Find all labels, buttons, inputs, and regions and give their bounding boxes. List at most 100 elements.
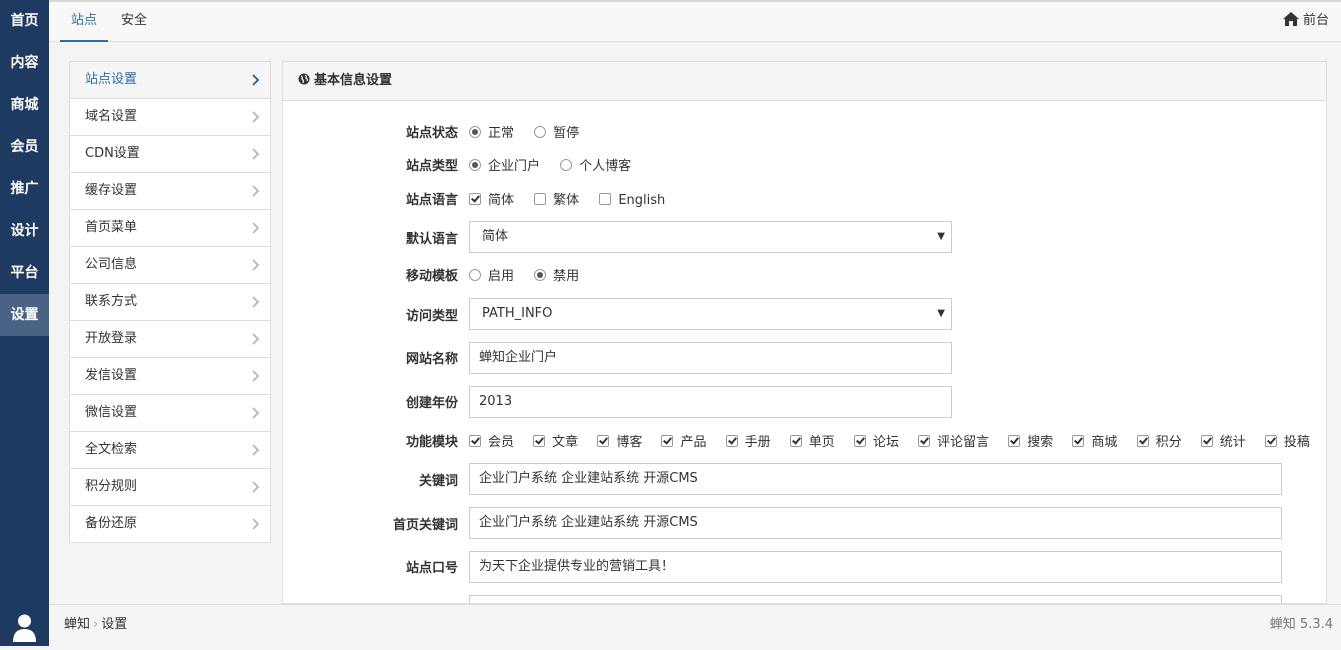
module-manual-checkbox[interactable]: 手册 bbox=[725, 431, 771, 450]
chevron-right-icon bbox=[252, 111, 260, 123]
side-item-label: 首页菜单 bbox=[85, 220, 138, 235]
side-item-label: 微信设置 bbox=[85, 405, 138, 420]
side-item-home-menu[interactable]: 首页菜单 bbox=[70, 210, 270, 247]
nav-platform[interactable]: 平台 bbox=[0, 252, 49, 294]
row-year: 创建年份 2013 bbox=[283, 386, 1326, 418]
year-label: 创建年份 bbox=[405, 396, 458, 411]
access-type-select[interactable]: PATH_INFO ▼ bbox=[469, 298, 952, 330]
row-default-lang: 默认语言 简体 ▼ bbox=[283, 221, 1326, 253]
side-item-cdn[interactable]: CDN设置 bbox=[70, 136, 270, 173]
description-input[interactable] bbox=[469, 595, 1282, 603]
side-item-site-settings[interactable]: 站点设置 bbox=[70, 62, 270, 99]
nav-shop[interactable]: 商城 bbox=[0, 84, 49, 126]
module-comment-checkbox[interactable]: 评论留言 bbox=[918, 431, 989, 450]
side-item-cache[interactable]: 缓存设置 bbox=[70, 173, 270, 210]
mobile-enable-radio[interactable]: 启用 bbox=[469, 265, 514, 284]
index-keywords-label: 首页关键词 bbox=[392, 518, 458, 533]
module-score-checkbox[interactable]: 积分 bbox=[1136, 431, 1182, 450]
side-item-label: 开放登录 bbox=[85, 331, 138, 346]
site-type-blog-radio[interactable]: 个人博客 bbox=[560, 155, 631, 174]
chevron-right-icon bbox=[252, 481, 260, 493]
row-site-name: 网站名称 蝉知企业门户 bbox=[283, 342, 1326, 374]
chevron-right-icon bbox=[252, 333, 260, 345]
nav-promotion[interactable]: 推广 bbox=[0, 168, 49, 210]
tab-security[interactable]: 安全 bbox=[110, 2, 158, 42]
side-item-label: CDN设置 bbox=[85, 146, 140, 161]
side-item-oauth[interactable]: 开放登录 bbox=[70, 321, 270, 358]
panel-header: 基本信息设置 bbox=[283, 62, 1326, 101]
keywords-input[interactable]: 企业门户系统 企业建站系统 开源CMS bbox=[469, 463, 1282, 495]
row-site-status: 站点状态 正常 暂停 bbox=[283, 122, 1326, 142]
site-status-paused-radio[interactable]: 暂停 bbox=[534, 122, 579, 141]
module-member-checkbox[interactable]: 会员 bbox=[469, 431, 514, 450]
side-item-wechat[interactable]: 微信设置 bbox=[70, 395, 270, 432]
mobile-disable-radio[interactable]: 禁用 bbox=[534, 265, 579, 284]
module-stats-checkbox[interactable]: 统计 bbox=[1200, 431, 1246, 450]
chevron-right-icon bbox=[252, 74, 260, 86]
chevron-right-icon bbox=[252, 148, 260, 160]
module-search-checkbox[interactable]: 搜索 bbox=[1008, 431, 1053, 450]
nav-design[interactable]: 设计 bbox=[0, 210, 49, 252]
main-nav: 首页 内容 商城 会员 推广 设计 平台 设置 bbox=[0, 0, 49, 646]
lang-traditional-checkbox[interactable]: 繁体 bbox=[534, 189, 579, 208]
site-type-label: 站点类型 bbox=[405, 159, 458, 174]
module-product-checkbox[interactable]: 产品 bbox=[661, 431, 706, 450]
side-item-contact[interactable]: 联系方式 bbox=[70, 284, 270, 321]
footer-bar: 蝉知 › 设置 蝉知 5.3.4 bbox=[49, 604, 1341, 646]
row-slogan: 站点口号 为天下企业提供专业的营销工具！ bbox=[283, 551, 1326, 583]
side-item-mail[interactable]: 发信设置 bbox=[70, 358, 270, 395]
dropdown-arrow-icon: ▼ bbox=[937, 231, 945, 242]
module-page-checkbox[interactable]: 单页 bbox=[789, 431, 835, 450]
keywords-label: 关键词 bbox=[418, 474, 458, 489]
nav-content[interactable]: 内容 bbox=[0, 42, 49, 84]
side-item-company[interactable]: 公司信息 bbox=[70, 247, 270, 284]
dropdown-arrow-icon: ▼ bbox=[937, 308, 945, 319]
nav-members[interactable]: 会员 bbox=[0, 126, 49, 168]
modules-label: 功能模块 bbox=[405, 435, 458, 450]
front-link[interactable]: 前台 bbox=[1282, 2, 1329, 42]
lang-simplified-checkbox[interactable]: 简体 bbox=[469, 189, 514, 208]
chevron-right-icon bbox=[252, 518, 260, 530]
nav-home[interactable]: 首页 bbox=[0, 0, 49, 42]
row-mobile-template: 移动模板 启用 禁用 bbox=[283, 265, 1326, 285]
top-tabbar: 站点 安全 前台 bbox=[49, 0, 1341, 42]
module-blog-checkbox[interactable]: 博客 bbox=[597, 431, 642, 450]
home-icon bbox=[1282, 12, 1299, 26]
row-site-lang: 站点语言 简体 繁体 English bbox=[283, 189, 1326, 209]
globe-icon bbox=[298, 73, 310, 85]
settings-side-menu: 站点设置 域名设置 CDN设置 缓存设置 首页菜单 公司信息 联系方式 开放登录… bbox=[69, 61, 271, 543]
year-input[interactable]: 2013 bbox=[469, 386, 952, 418]
row-keywords: 关键词 企业门户系统 企业建站系统 开源CMS bbox=[283, 463, 1326, 495]
site-type-portal-radio[interactable]: 企业门户 bbox=[469, 155, 540, 174]
lang-english-checkbox[interactable]: English bbox=[599, 193, 665, 208]
breadcrumb-separator: › bbox=[93, 617, 99, 632]
side-item-label: 联系方式 bbox=[85, 294, 138, 309]
tab-site[interactable]: 站点 bbox=[60, 2, 109, 42]
row-access-type: 访问类型 PATH_INFO ▼ bbox=[283, 298, 1326, 330]
index-keywords-input[interactable]: 企业门户系统 企业建站系统 开源CMS bbox=[469, 507, 1282, 539]
side-item-label: 缓存设置 bbox=[85, 183, 138, 198]
site-status-normal-radio[interactable]: 正常 bbox=[469, 122, 514, 141]
module-contribute-checkbox[interactable]: 投稿 bbox=[1264, 431, 1310, 450]
breadcrumb-home[interactable]: 蝉知 bbox=[64, 617, 90, 632]
row-modules: 功能模块 会员 文章 博客 产品 手册 单页 论坛 评论留言 搜索 商城 积分 … bbox=[283, 431, 1326, 451]
side-item-backup[interactable]: 备份还原 bbox=[70, 506, 270, 542]
side-item-label: 域名设置 bbox=[85, 109, 138, 124]
side-item-search[interactable]: 全文检索 bbox=[70, 432, 270, 469]
version-label: 蝉知 5.3.4 bbox=[1269, 617, 1333, 632]
module-forum-checkbox[interactable]: 论坛 bbox=[853, 431, 899, 450]
breadcrumb: 蝉知 › 设置 bbox=[64, 605, 127, 645]
side-item-domain[interactable]: 域名设置 bbox=[70, 99, 270, 136]
side-item-score[interactable]: 积分规则 bbox=[70, 469, 270, 506]
site-name-input[interactable]: 蝉知企业门户 bbox=[469, 342, 952, 374]
slogan-label: 站点口号 bbox=[405, 561, 458, 576]
module-article-checkbox[interactable]: 文章 bbox=[533, 431, 578, 450]
user-avatar[interactable] bbox=[0, 602, 49, 646]
mobile-template-label: 移动模板 bbox=[405, 269, 458, 284]
slogan-input[interactable]: 为天下企业提供专业的营销工具！ bbox=[469, 551, 1282, 583]
side-item-label: 备份还原 bbox=[85, 516, 138, 531]
nav-settings[interactable]: 设置 bbox=[0, 294, 49, 336]
default-lang-select[interactable]: 简体 ▼ bbox=[469, 221, 952, 253]
access-type-label: 访问类型 bbox=[405, 309, 458, 324]
module-shop-checkbox[interactable]: 商城 bbox=[1072, 431, 1117, 450]
